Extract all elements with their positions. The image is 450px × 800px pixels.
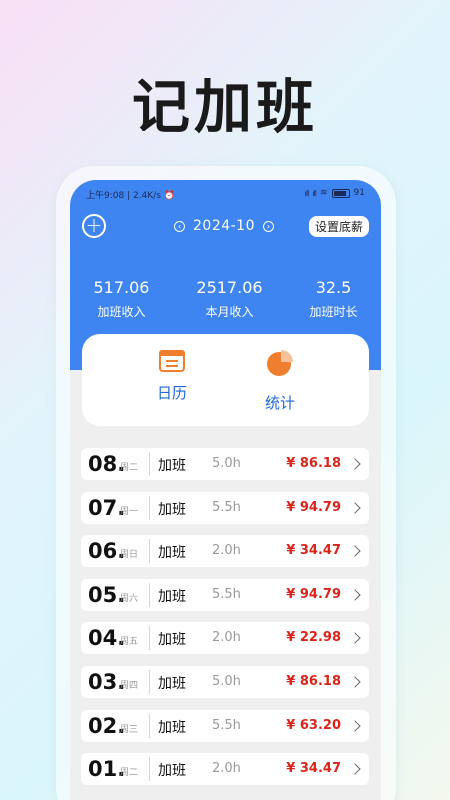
stat-month-income: 2517.06 本月收入 [196, 278, 262, 320]
pie-chart-icon [267, 350, 293, 376]
record-amount: ¥ 34.47 [286, 761, 341, 777]
record-amount: ¥ 94.79 [286, 586, 341, 602]
list-item[interactable]: 06. 周日 加班 2.0h ¥ 34.47 [81, 535, 369, 568]
chevron-right-icon [349, 589, 361, 601]
record-weekday: 周五 [120, 637, 139, 648]
stat-value: 2517.06 [196, 278, 263, 297]
tab-card: 日历 统计 [82, 334, 369, 426]
stat-label: 加班收入 [97, 305, 146, 319]
record-hours: 5.5h [212, 586, 241, 602]
next-month-icon[interactable]: › [263, 220, 274, 232]
divider [149, 713, 150, 738]
list-item[interactable]: 02. 周三 加班 5.5h ¥ 63.20 [81, 709, 369, 742]
app-screen: 上午9:08 | 2.4K/s ⏰ ıll ıll ≋ 91 + ‹ 2024-… [70, 180, 381, 800]
record-amount: ¥ 34.47 [286, 543, 341, 559]
stat-label: 本月收入 [205, 305, 254, 319]
divider [149, 582, 150, 607]
record-type: 加班 [158, 545, 186, 562]
record-hours: 5.0h [212, 456, 241, 471]
divider [149, 757, 150, 782]
record-weekday: 周六 [120, 593, 139, 604]
record-hours: 5.0h [212, 673, 241, 689]
wifi-icon: ≋ [320, 188, 328, 198]
stat-overtime-income: 517.06 加班收入 [93, 278, 149, 320]
tab-calendar-label: 日历 [156, 384, 187, 402]
stat-value: 517.06 [93, 278, 150, 297]
status-bar: 上午9:08 | 2.4K/s ⏰ ıll ıll ≋ 91 [70, 186, 381, 202]
record-weekday: 周二 [120, 768, 139, 779]
battery-icon [331, 188, 350, 198]
status-time-speed: 上午9:08 | 2.4K/s [86, 191, 161, 201]
record-weekday: 周二 [120, 463, 139, 473]
chevron-right-icon [349, 763, 361, 775]
tab-statistics[interactable]: 统计 [250, 348, 310, 413]
stat-label: 加班时长 [309, 305, 358, 319]
chevron-right-icon [349, 632, 361, 645]
record-type: 加班 [158, 763, 186, 780]
tab-calendar[interactable]: 日历 [142, 348, 202, 403]
record-amount: ¥ 86.18 [286, 456, 341, 471]
list-item[interactable]: 03. 周四 加班 5.0h ¥ 86.18 [81, 665, 369, 698]
divider [149, 669, 150, 694]
chevron-right-icon [349, 676, 361, 688]
summary-stats: 517.06 加班收入 2517.06 本月收入 32.5 加班时长 [70, 278, 381, 320]
divider [149, 495, 150, 520]
set-base-salary-button[interactable]: 设置底薪 [308, 216, 369, 237]
signal-icon: ıll [304, 188, 310, 198]
promo-headline: 记加班 [131, 73, 318, 141]
record-hours: 2.0h [212, 761, 241, 777]
calendar-icon [159, 350, 185, 372]
record-weekday: 周一 [120, 506, 139, 517]
record-weekday: 周日 [120, 550, 139, 561]
list-item[interactable]: 05. 周六 加班 5.5h ¥ 94.79 [81, 578, 369, 611]
prev-month-icon[interactable]: ‹ [174, 220, 185, 232]
chevron-right-icon [349, 501, 361, 514]
add-record-button[interactable]: + [82, 214, 106, 238]
stat-overtime-hours: 32.5 加班时长 [310, 278, 358, 320]
stat-value: 32.5 [315, 278, 352, 297]
record-list: 08. 周二 加班 5.0h ¥ 86.18 07. 周一 加班 5.5h ¥ … [81, 448, 369, 797]
record-weekday: 周四 [120, 680, 139, 691]
record-type: 加班 [158, 632, 186, 649]
chevron-right-icon [349, 545, 361, 557]
current-month: 2024-10 [193, 218, 255, 234]
record-weekday: 周三 [120, 724, 139, 735]
chevron-right-icon [349, 719, 361, 732]
list-item[interactable]: 07. 周一 加班 5.5h ¥ 94.79 [81, 491, 369, 524]
record-type: 加班 [158, 675, 186, 692]
record-hours: 5.5h [212, 717, 241, 733]
record-amount: ¥ 22.98 [286, 630, 341, 646]
month-navigator: ‹ 2024-10 › [174, 217, 274, 235]
record-type: 加班 [158, 588, 186, 605]
record-type: 加班 [158, 719, 186, 736]
signal-icon-2: ıll [312, 188, 317, 198]
list-item[interactable]: 01. 周二 加班 2.0h ¥ 34.47 [81, 753, 369, 786]
chevron-right-icon [349, 458, 361, 470]
record-hours: 2.0h [212, 543, 241, 559]
battery-level: 91 [353, 188, 365, 198]
alarm-icon: ⏰ [163, 191, 175, 201]
divider [149, 626, 150, 651]
list-item[interactable]: 08. 周二 加班 5.0h ¥ 86.18 [81, 448, 369, 480]
record-amount: ¥ 86.18 [286, 673, 341, 689]
list-item[interactable]: 04. 周五 加班 2.0h ¥ 22.98 [81, 622, 369, 655]
divider [149, 539, 150, 564]
record-hours: 5.5h [212, 499, 241, 515]
divider [149, 452, 150, 476]
record-type: 加班 [158, 501, 186, 518]
record-amount: ¥ 94.79 [286, 499, 341, 515]
tab-statistics-label: 统计 [264, 394, 295, 412]
record-type: 加班 [158, 458, 186, 474]
record-amount: ¥ 63.20 [286, 717, 341, 733]
record-hours: 2.0h [212, 630, 241, 646]
